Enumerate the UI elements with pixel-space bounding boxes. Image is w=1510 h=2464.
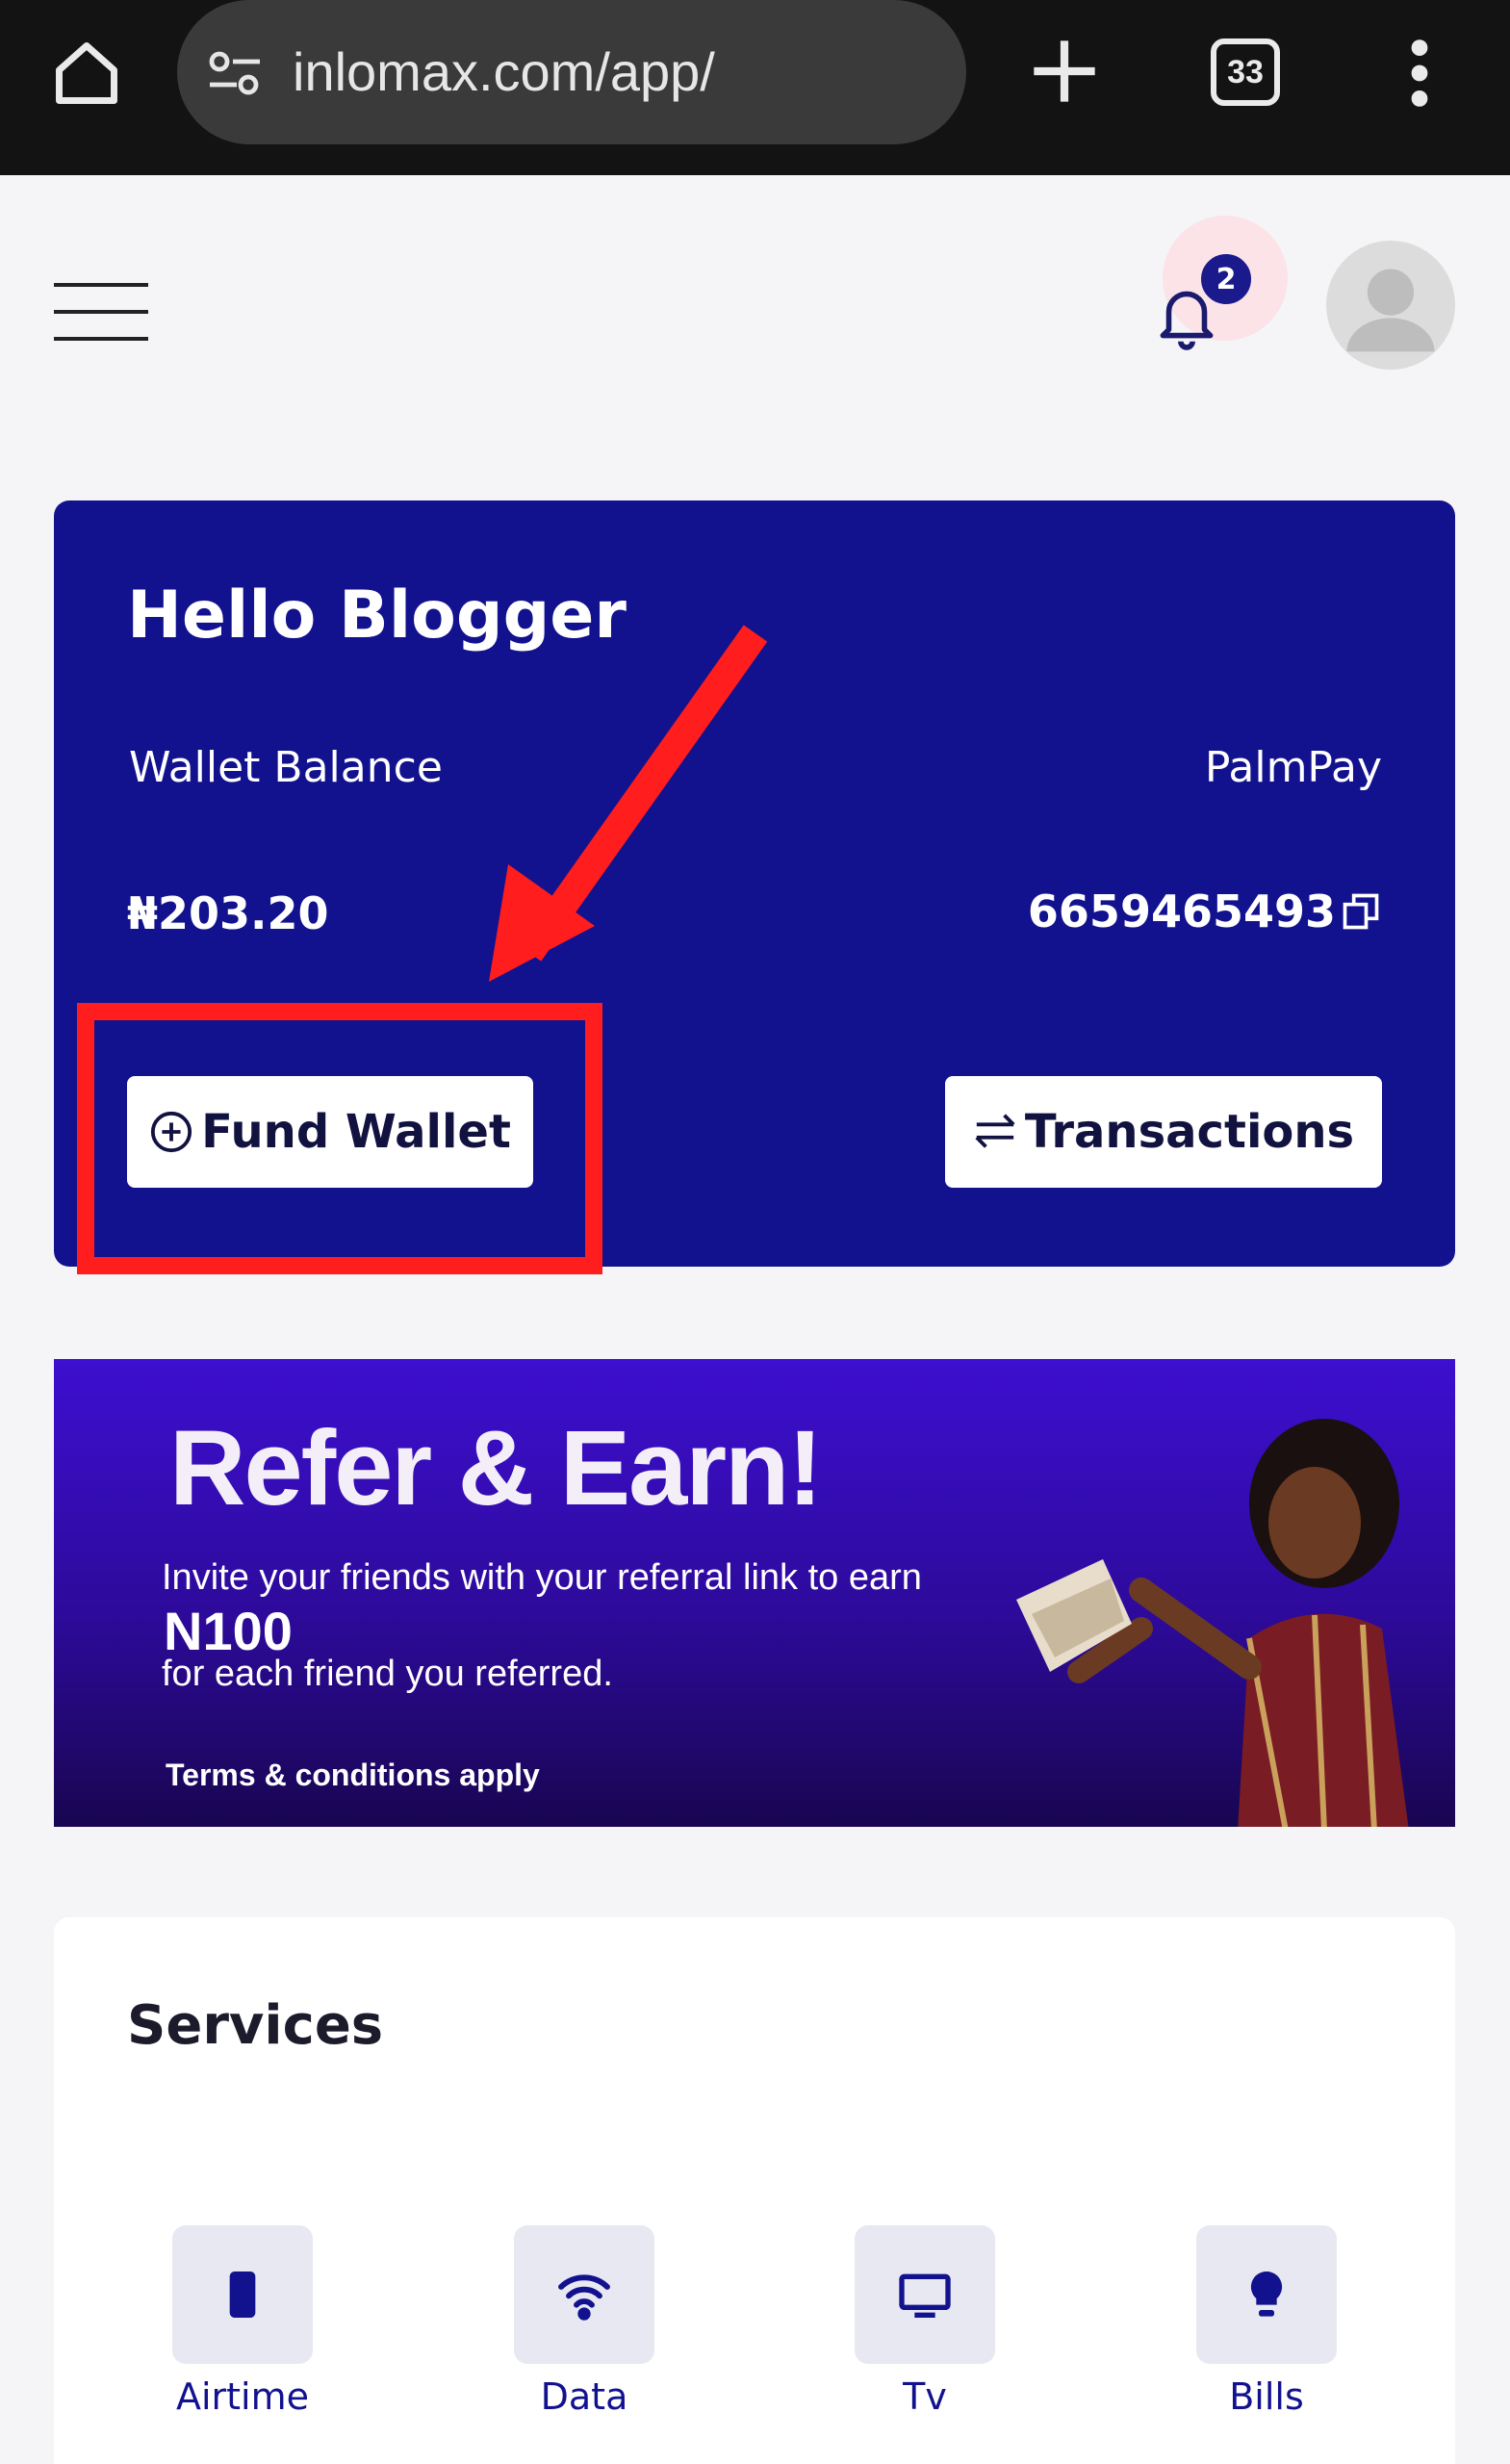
phone-icon [229, 2272, 256, 2318]
service-tile[interactable] [1196, 2225, 1337, 2364]
account-number-text: 6659465493 [1027, 886, 1336, 937]
service-tile[interactable] [514, 2225, 654, 2364]
promo-terms: Terms & conditions apply [166, 1758, 540, 1792]
promo-woman-image [1016, 1419, 1409, 1827]
refer-earn-banner[interactable]: Refer & Earn! Invite your friends with y… [54, 1359, 1455, 1827]
more-menu-icon[interactable] [1405, 38, 1434, 108]
wallet-balance-value: ₦203.20 [127, 887, 329, 939]
transactions-button[interactable]: Transactions [945, 1076, 1382, 1188]
transactions-label: Transactions [1024, 1105, 1355, 1159]
url-text: inlomax.com/app/ [293, 41, 715, 102]
service-label: Data [540, 2375, 628, 2418]
tab-switcher-button[interactable]: 33 [1211, 38, 1280, 106]
service-bills[interactable]: Bills [1170, 2225, 1363, 2418]
menu-icon[interactable] [54, 283, 148, 341]
home-icon[interactable] [50, 37, 123, 110]
site-settings-icon[interactable] [206, 46, 264, 100]
promo-text-line2: for each friend you referred. [162, 1654, 613, 1694]
promo-title: Refer & Earn! [169, 1409, 823, 1527]
service-label: Airtime [175, 2375, 310, 2418]
service-tile[interactable] [172, 2225, 313, 2364]
user-icon [1346, 269, 1435, 352]
monitor-icon [899, 2273, 951, 2318]
service-label: Bills [1229, 2375, 1304, 2418]
swap-icon [975, 1114, 1015, 1148]
notification-badge: 2 [1197, 250, 1255, 308]
services-card: Services Airtime Data Tv Bills [54, 1917, 1455, 2464]
avatar[interactable] [1326, 241, 1455, 370]
promo-text-line1: Invite your friends with your referral l… [162, 1557, 922, 1598]
service-label: Tv [903, 2375, 947, 2418]
wifi-icon [558, 2274, 610, 2321]
service-data[interactable]: Data [488, 2225, 680, 2418]
service-tv[interactable]: Tv [829, 2225, 1021, 2418]
annotation-arrow-icon [489, 625, 768, 982]
annotation-highlight-box [77, 1003, 602, 1274]
address-bar[interactable]: inlomax.com/app/ [177, 0, 966, 144]
new-tab-icon[interactable] [1028, 35, 1101, 108]
bulb-icon [1250, 2271, 1283, 2317]
account-number: 6659465493 [1028, 886, 1382, 937]
wallet-balance-label: Wallet Balance [129, 743, 443, 792]
browser-toolbar: inlomax.com/app/ 33 [0, 0, 1510, 175]
service-tile[interactable] [855, 2225, 995, 2364]
services-heading: Services [127, 1994, 384, 2057]
bank-name: PalmPay [1204, 743, 1382, 792]
service-airtime[interactable]: Airtime [146, 2225, 339, 2418]
copy-icon[interactable] [1340, 890, 1382, 933]
